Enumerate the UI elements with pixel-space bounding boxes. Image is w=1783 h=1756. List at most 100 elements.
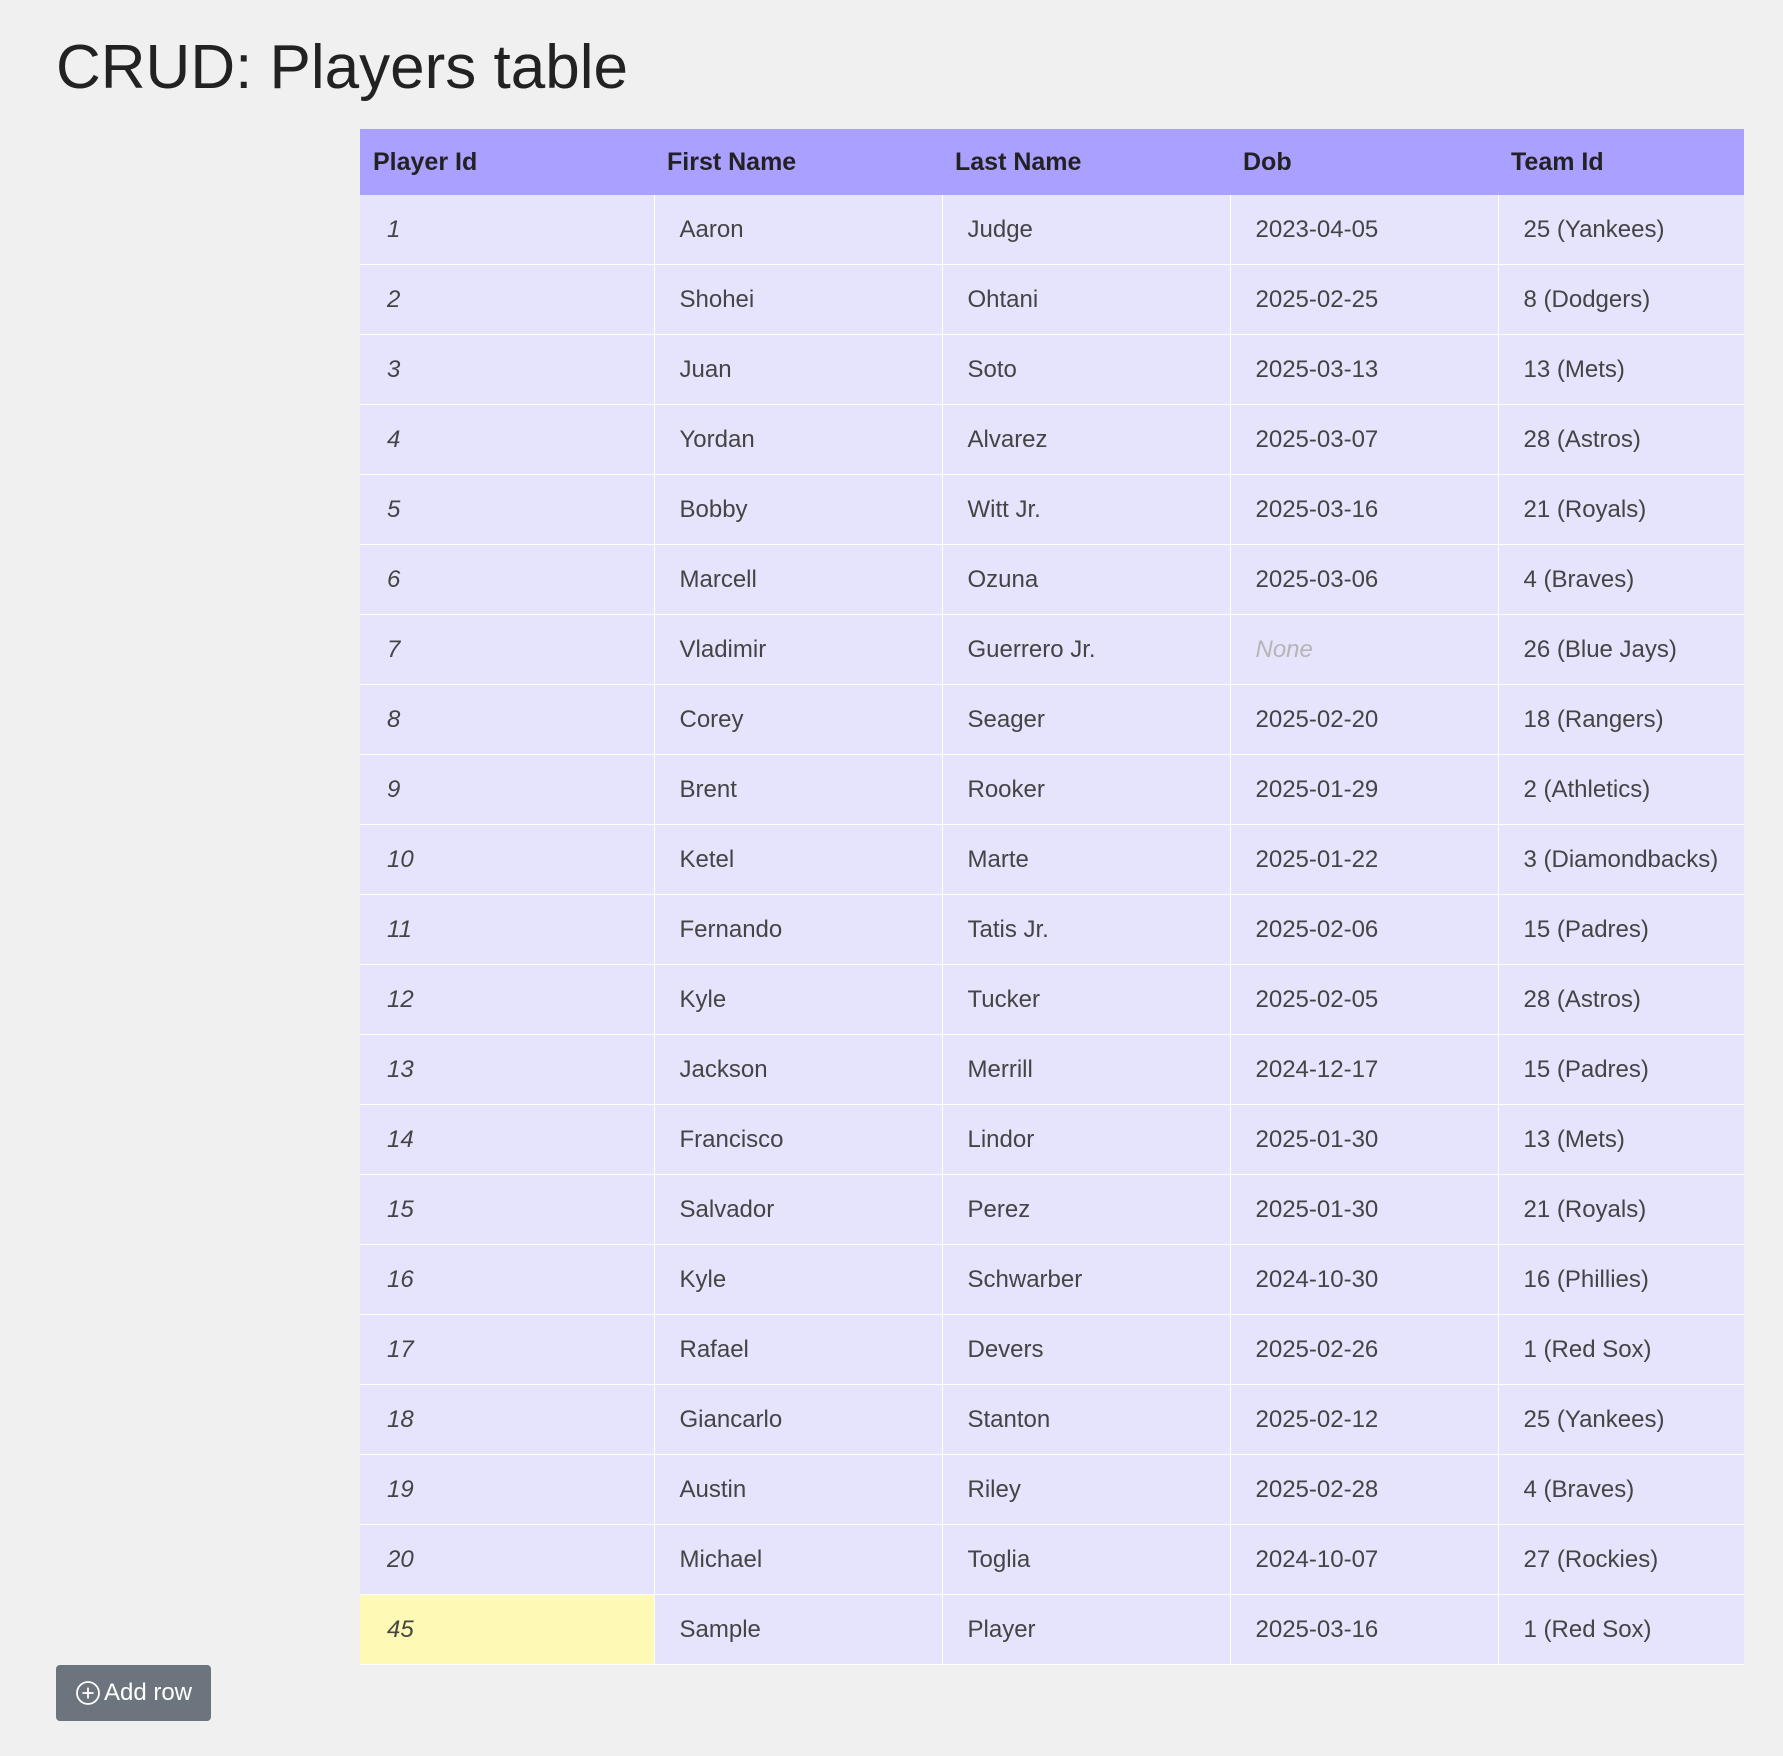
cell-team-id[interactable]: 26 (Blue Jays) — [1498, 614, 1744, 685]
cell-first-name[interactable]: Fernando — [654, 894, 943, 965]
cell-first-name[interactable]: Michael — [654, 1524, 943, 1595]
column-header-player-id[interactable]: Player Id — [360, 129, 654, 195]
cell-last-name[interactable]: Guerrero Jr. — [942, 614, 1231, 685]
cell-last-name[interactable]: Judge — [942, 195, 1231, 265]
cell-first-name[interactable]: Vladimir — [654, 614, 943, 685]
cell-player-id[interactable]: 9 — [360, 754, 655, 825]
table-row[interactable]: 9 Brent Rooker 2025-01-29 2 (Athletics) — [360, 754, 1744, 825]
cell-last-name[interactable]: Lindor — [942, 1104, 1231, 1175]
table-row[interactable]: 1 Aaron Judge 2023-04-05 25 (Yankees) — [360, 195, 1744, 265]
cell-team-id[interactable]: 28 (Astros) — [1498, 404, 1744, 475]
cell-team-id[interactable]: 1 (Red Sox) — [1498, 1314, 1744, 1385]
cell-dob[interactable]: 2025-01-22 — [1230, 824, 1499, 895]
cell-dob[interactable]: 2025-03-16 — [1230, 1594, 1499, 1665]
cell-last-name[interactable]: Soto — [942, 334, 1231, 405]
cell-first-name[interactable]: Brent — [654, 754, 943, 825]
table-row[interactable]: 16 Kyle Schwarber 2024-10-30 16 (Phillies) — [360, 1244, 1744, 1315]
cell-player-id[interactable]: 18 — [360, 1384, 655, 1455]
cell-player-id[interactable]: 1 — [360, 195, 655, 265]
add-row-button[interactable]: Add row — [56, 1665, 211, 1721]
table-row[interactable]: 17 Rafael Devers 2025-02-26 1 (Red Sox) — [360, 1314, 1744, 1385]
cell-player-id[interactable]: 15 — [360, 1174, 655, 1245]
cell-dob[interactable]: 2025-02-28 — [1230, 1454, 1499, 1525]
cell-team-id[interactable]: 16 (Phillies) — [1498, 1244, 1744, 1315]
cell-player-id[interactable]: 3 — [360, 334, 655, 405]
cell-last-name[interactable]: Ozuna — [942, 544, 1231, 615]
table-row[interactable]: 11 Fernando Tatis Jr. 2025-02-06 15 (Padres) — [360, 894, 1744, 965]
table-row[interactable]: 6 Marcell Ozuna 2025-03-06 4 (Braves) — [360, 544, 1744, 615]
table-row[interactable]: 7 Vladimir Guerrero Jr. None 26 (Blue Jays) — [360, 614, 1744, 685]
cell-dob[interactable]: 2024-10-30 — [1230, 1244, 1499, 1315]
cell-team-id[interactable]: 2 (Athletics) — [1498, 754, 1744, 825]
cell-first-name[interactable]: Austin — [654, 1454, 943, 1525]
cell-player-id[interactable]: 16 — [360, 1244, 655, 1315]
column-header-last-name[interactable]: Last Name — [942, 129, 1230, 195]
cell-player-id[interactable]: 11 — [360, 894, 655, 965]
cell-player-id[interactable]: 6 — [360, 544, 655, 615]
cell-team-id[interactable]: 25 (Yankees) — [1498, 1384, 1744, 1455]
column-header-team-id[interactable]: Team Id — [1498, 129, 1744, 195]
cell-first-name[interactable]: Yordan — [654, 404, 943, 475]
table-row[interactable]: 10 Ketel Marte 2025-01-22 3 (Diamondbacks) — [360, 824, 1744, 895]
cell-player-id[interactable]: 7 — [360, 614, 655, 685]
cell-player-id[interactable]: 4 — [360, 404, 655, 475]
cell-first-name[interactable]: Kyle — [654, 1244, 943, 1315]
table-row[interactable]: 15 Salvador Perez 2025-01-30 21 (Royals) — [360, 1174, 1744, 1245]
table-row[interactable]: 45 Sample Player 2025-03-16 1 (Red Sox) — [360, 1594, 1744, 1665]
cell-player-id[interactable]: 45 — [360, 1594, 655, 1665]
cell-dob[interactable]: 2025-02-25 — [1230, 264, 1499, 335]
cell-dob[interactable]: 2025-02-12 — [1230, 1384, 1499, 1455]
cell-player-id[interactable]: 20 — [360, 1524, 655, 1595]
column-header-first-name[interactable]: First Name — [654, 129, 942, 195]
table-row[interactable]: 19 Austin Riley 2025-02-28 4 (Braves) — [360, 1454, 1744, 1525]
cell-first-name[interactable]: Bobby — [654, 474, 943, 545]
cell-team-id[interactable]: 15 (Padres) — [1498, 894, 1744, 965]
cell-team-id[interactable]: 21 (Royals) — [1498, 1174, 1744, 1245]
cell-first-name[interactable]: Francisco — [654, 1104, 943, 1175]
cell-dob[interactable]: 2025-01-30 — [1230, 1104, 1499, 1175]
table-row[interactable]: 3 Juan Soto 2025-03-13 13 (Mets) — [360, 334, 1744, 405]
cell-player-id[interactable]: 10 — [360, 824, 655, 895]
cell-last-name[interactable]: Schwarber — [942, 1244, 1231, 1315]
cell-first-name[interactable]: Corey — [654, 684, 943, 755]
table-row[interactable]: 2 Shohei Ohtani 2025-02-25 8 (Dodgers) — [360, 264, 1744, 335]
cell-last-name[interactable]: Riley — [942, 1454, 1231, 1525]
cell-dob[interactable]: 2024-12-17 — [1230, 1034, 1499, 1105]
cell-team-id[interactable]: 28 (Astros) — [1498, 964, 1744, 1035]
cell-first-name[interactable]: Jackson — [654, 1034, 943, 1105]
cell-first-name[interactable]: Ketel — [654, 824, 943, 895]
cell-last-name[interactable]: Marte — [942, 824, 1231, 895]
column-header-dob[interactable]: Dob — [1230, 129, 1498, 195]
cell-last-name[interactable]: Perez — [942, 1174, 1231, 1245]
cell-first-name[interactable]: Sample — [654, 1594, 943, 1665]
cell-team-id[interactable]: 18 (Rangers) — [1498, 684, 1744, 755]
cell-team-id[interactable]: 15 (Padres) — [1498, 1034, 1744, 1105]
cell-dob[interactable]: 2025-03-13 — [1230, 334, 1499, 405]
cell-team-id[interactable]: 1 (Red Sox) — [1498, 1594, 1744, 1665]
cell-dob[interactable]: 2025-02-20 — [1230, 684, 1499, 755]
cell-dob[interactable]: 2025-01-29 — [1230, 754, 1499, 825]
cell-last-name[interactable]: Ohtani — [942, 264, 1231, 335]
cell-dob[interactable]: 2025-03-16 — [1230, 474, 1499, 545]
cell-player-id[interactable]: 2 — [360, 264, 655, 335]
cell-player-id[interactable]: 14 — [360, 1104, 655, 1175]
cell-last-name[interactable]: Tatis Jr. — [942, 894, 1231, 965]
table-row[interactable]: 8 Corey Seager 2025-02-20 18 (Rangers) — [360, 684, 1744, 755]
table-row[interactable]: 13 Jackson Merrill 2024-12-17 15 (Padres) — [360, 1034, 1744, 1105]
table-row[interactable]: 12 Kyle Tucker 2025-02-05 28 (Astros) — [360, 964, 1744, 1035]
cell-first-name[interactable]: Aaron — [654, 195, 943, 265]
cell-dob[interactable]: 2025-01-30 — [1230, 1174, 1499, 1245]
cell-player-id[interactable]: 13 — [360, 1034, 655, 1105]
cell-dob[interactable]: 2023-04-05 — [1230, 195, 1499, 265]
cell-dob[interactable]: 2025-02-06 — [1230, 894, 1499, 965]
cell-player-id[interactable]: 5 — [360, 474, 655, 545]
table-row[interactable]: 18 Giancarlo Stanton 2025-02-12 25 (Yankees) — [360, 1384, 1744, 1455]
cell-last-name[interactable]: Stanton — [942, 1384, 1231, 1455]
cell-first-name[interactable]: Kyle — [654, 964, 943, 1035]
cell-team-id[interactable]: 25 (Yankees) — [1498, 195, 1744, 265]
cell-last-name[interactable]: Seager — [942, 684, 1231, 755]
cell-last-name[interactable]: Witt Jr. — [942, 474, 1231, 545]
table-row[interactable]: 5 Bobby Witt Jr. 2025-03-16 21 (Royals) — [360, 474, 1744, 545]
cell-dob[interactable]: 2025-02-26 — [1230, 1314, 1499, 1385]
cell-last-name[interactable]: Player — [942, 1594, 1231, 1665]
